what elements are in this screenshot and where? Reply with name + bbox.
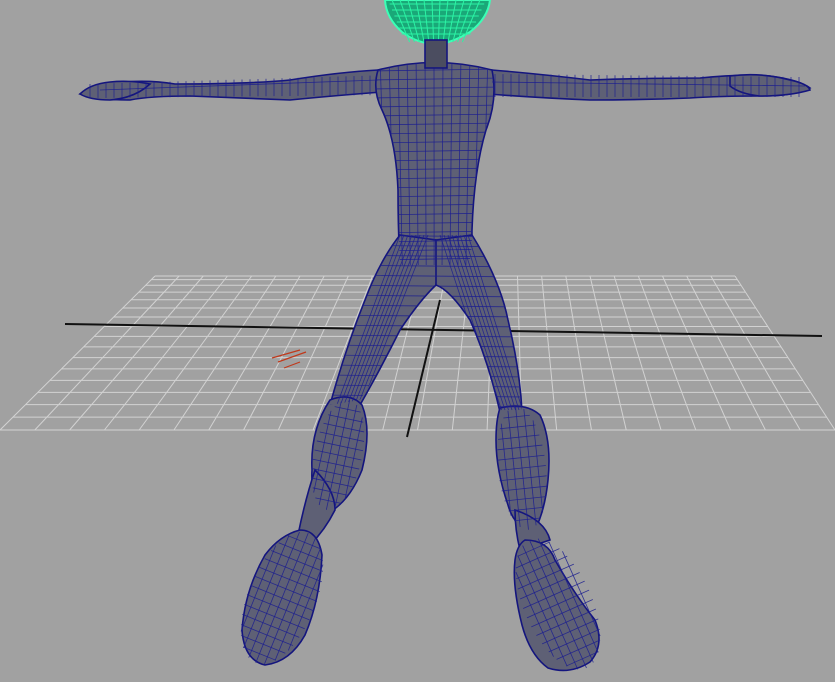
grid-line xyxy=(686,275,766,431)
grid-line xyxy=(69,275,204,431)
perspective-viewport[interactable] xyxy=(0,0,835,682)
grid-line xyxy=(541,275,558,431)
grid-line xyxy=(710,275,801,431)
neck[interactable] xyxy=(424,39,448,69)
selected-head[interactable] xyxy=(383,0,492,46)
grid-line xyxy=(734,275,835,431)
grid-line xyxy=(173,275,277,431)
grid-line xyxy=(565,275,592,431)
limb-wire-group xyxy=(515,538,601,670)
x-axis-line xyxy=(64,323,823,337)
grid-line xyxy=(243,275,325,431)
grid-line xyxy=(103,275,228,431)
grid-line xyxy=(34,275,180,431)
grid-line xyxy=(208,275,301,431)
grid-line xyxy=(637,275,697,431)
grid-line xyxy=(0,275,156,431)
grid-line xyxy=(138,275,253,431)
limb-wire-group xyxy=(240,531,324,665)
grid-line xyxy=(662,275,732,431)
scene-canvas[interactable] xyxy=(0,0,835,682)
